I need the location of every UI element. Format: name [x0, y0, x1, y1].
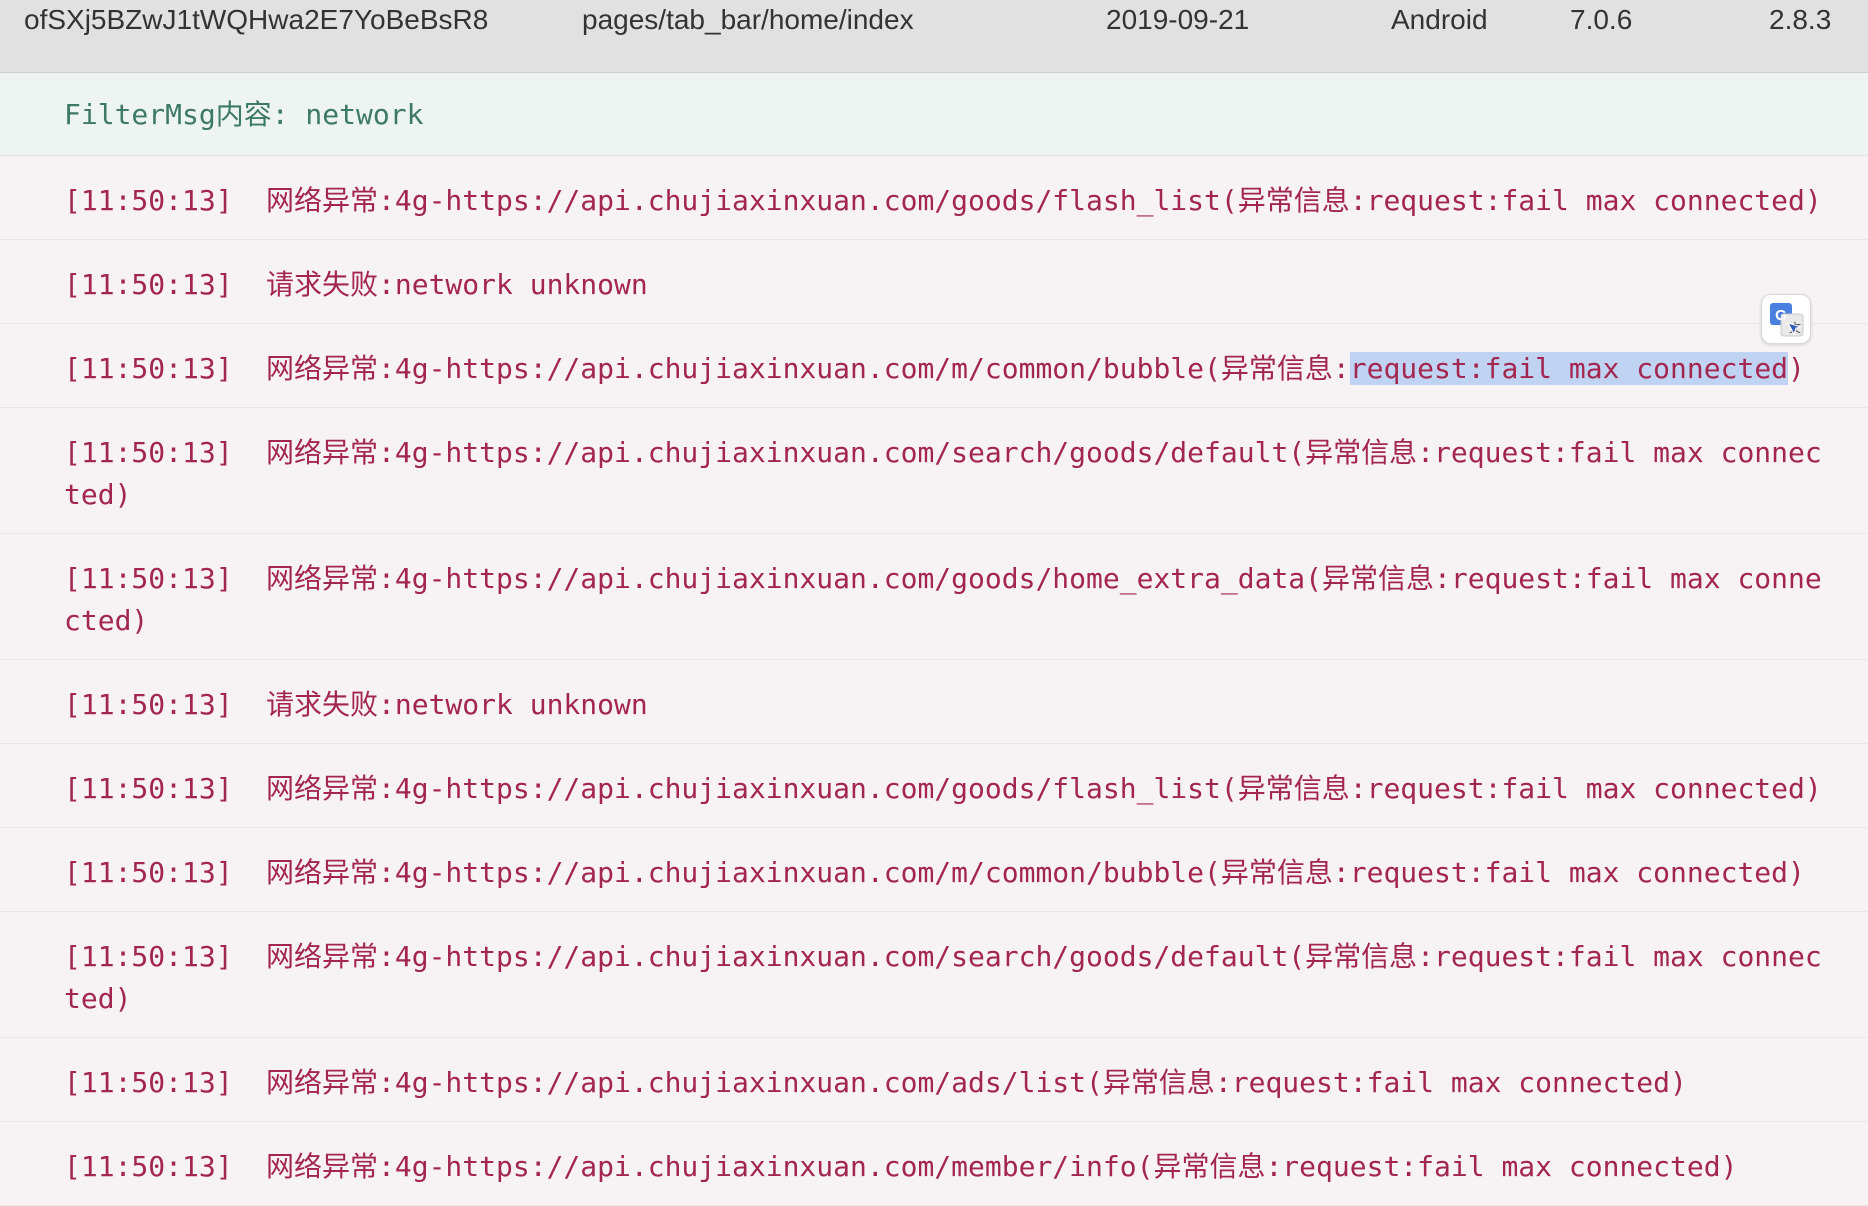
- log-time: [11:50:13]: [64, 352, 233, 385]
- log-row: [11:50:13] 网络异常:4g-https://api.chujiaxinx…: [0, 324, 1868, 408]
- log-message: 网络异常:4g-https://api.chujiaxinxuan.com/se…: [64, 436, 1822, 511]
- log-time: [11:50:13]: [64, 1066, 233, 1099]
- log-row: [11:50:13] 网络异常:4g-https://api.chujiaxinx…: [0, 912, 1868, 1038]
- log-message: 网络异常:4g-https://api.chujiaxinxuan.com/se…: [64, 940, 1822, 1015]
- log-time: [11:50:13]: [64, 436, 233, 469]
- os-cell: Android: [1391, 4, 1488, 35]
- filter-message-text: FilterMsg内容: network: [64, 98, 424, 131]
- log-time: [11:50:13]: [64, 1150, 233, 1183]
- log-message: 网络异常:4g-https://api.chujiaxinxuan.com/m/…: [266, 352, 1805, 385]
- log-message: 网络异常:4g-https://api.chujiaxinxuan.com/go…: [64, 562, 1822, 637]
- log-row: [11:50:13] 网络异常:4g-https://api.chujiaxinx…: [0, 744, 1868, 828]
- log-time: [11:50:13]: [64, 772, 233, 805]
- log-message-suffix: ): [1788, 352, 1805, 385]
- log-time: [11:50:13]: [64, 940, 233, 973]
- openid-cell: ofSXj5BZwJ1tWQHwa2E7YoBeBsR8: [24, 4, 489, 35]
- filter-message-bar: FilterMsg内容: network: [0, 73, 1868, 156]
- google-translate-icon[interactable]: G 文: [1761, 294, 1811, 344]
- log-row: [11:50:13] 网络异常:4g-https://api.chujiaxinx…: [0, 156, 1868, 240]
- log-message: 网络异常:4g-https://api.chujiaxinxuan.com/go…: [266, 772, 1822, 805]
- translate-glyph-icon: G 文: [1770, 303, 1804, 337]
- log-message: 网络异常:4g-https://api.chujiaxinxuan.com/ad…: [266, 1066, 1687, 1099]
- log-row: [11:50:13] 网络异常:4g-https://api.chujiaxinx…: [0, 1038, 1868, 1122]
- log-message: 请求失败:network unknown: [266, 688, 648, 721]
- log-row: [11:50:13] 网络异常:4g-https://api.chujiaxinx…: [0, 1122, 1868, 1206]
- selected-text-highlight[interactable]: request:fail max connected: [1349, 352, 1789, 385]
- log-message: 请求失败:network unknown: [266, 268, 648, 301]
- log-message: 网络异常:4g-https://api.chujiaxinxuan.com/go…: [266, 184, 1822, 217]
- log-message-prefix: 网络异常:4g-https://api.chujiaxinxuan.com/m/…: [266, 352, 1350, 385]
- log-time: [11:50:13]: [64, 562, 233, 595]
- log-message: 网络异常:4g-https://api.chujiaxinxuan.com/me…: [266, 1150, 1738, 1183]
- svg-text:G: G: [1775, 307, 1787, 324]
- date-cell: 2019-09-21: [1106, 4, 1250, 35]
- log-row: [11:50:13] 请求失败:network unknown: [0, 660, 1868, 744]
- log-time: [11:50:13]: [64, 184, 233, 217]
- log-row: [11:50:13] 请求失败:network unknown: [0, 240, 1868, 324]
- log-row: [11:50:13] 网络异常:4g-https://api.chujiaxinx…: [0, 828, 1868, 912]
- log-time: [11:50:13]: [64, 688, 233, 721]
- log-time: [11:50:13]: [64, 268, 233, 301]
- log-meta-header: ofSXj5BZwJ1tWQHwa2E7YoBeBsR8 pages/tab_b…: [0, 0, 1868, 73]
- wechat-version-cell: 7.0.6: [1570, 4, 1633, 35]
- log-time: [11:50:13]: [64, 856, 233, 889]
- log-row: [11:50:13] 网络异常:4g-https://api.chujiaxinx…: [0, 534, 1868, 660]
- log-row: [11:50:13] 网络异常:4g-https://api.chujiaxinx…: [0, 408, 1868, 534]
- sdk-version-cell: 2.8.3: [1769, 4, 1832, 35]
- log-list: [11:50:13] 网络异常:4g-https://api.chujiaxinx…: [0, 156, 1868, 1206]
- log-message: 网络异常:4g-https://api.chujiaxinxuan.com/m/…: [266, 856, 1805, 889]
- page-path-cell: pages/tab_bar/home/index: [582, 4, 914, 35]
